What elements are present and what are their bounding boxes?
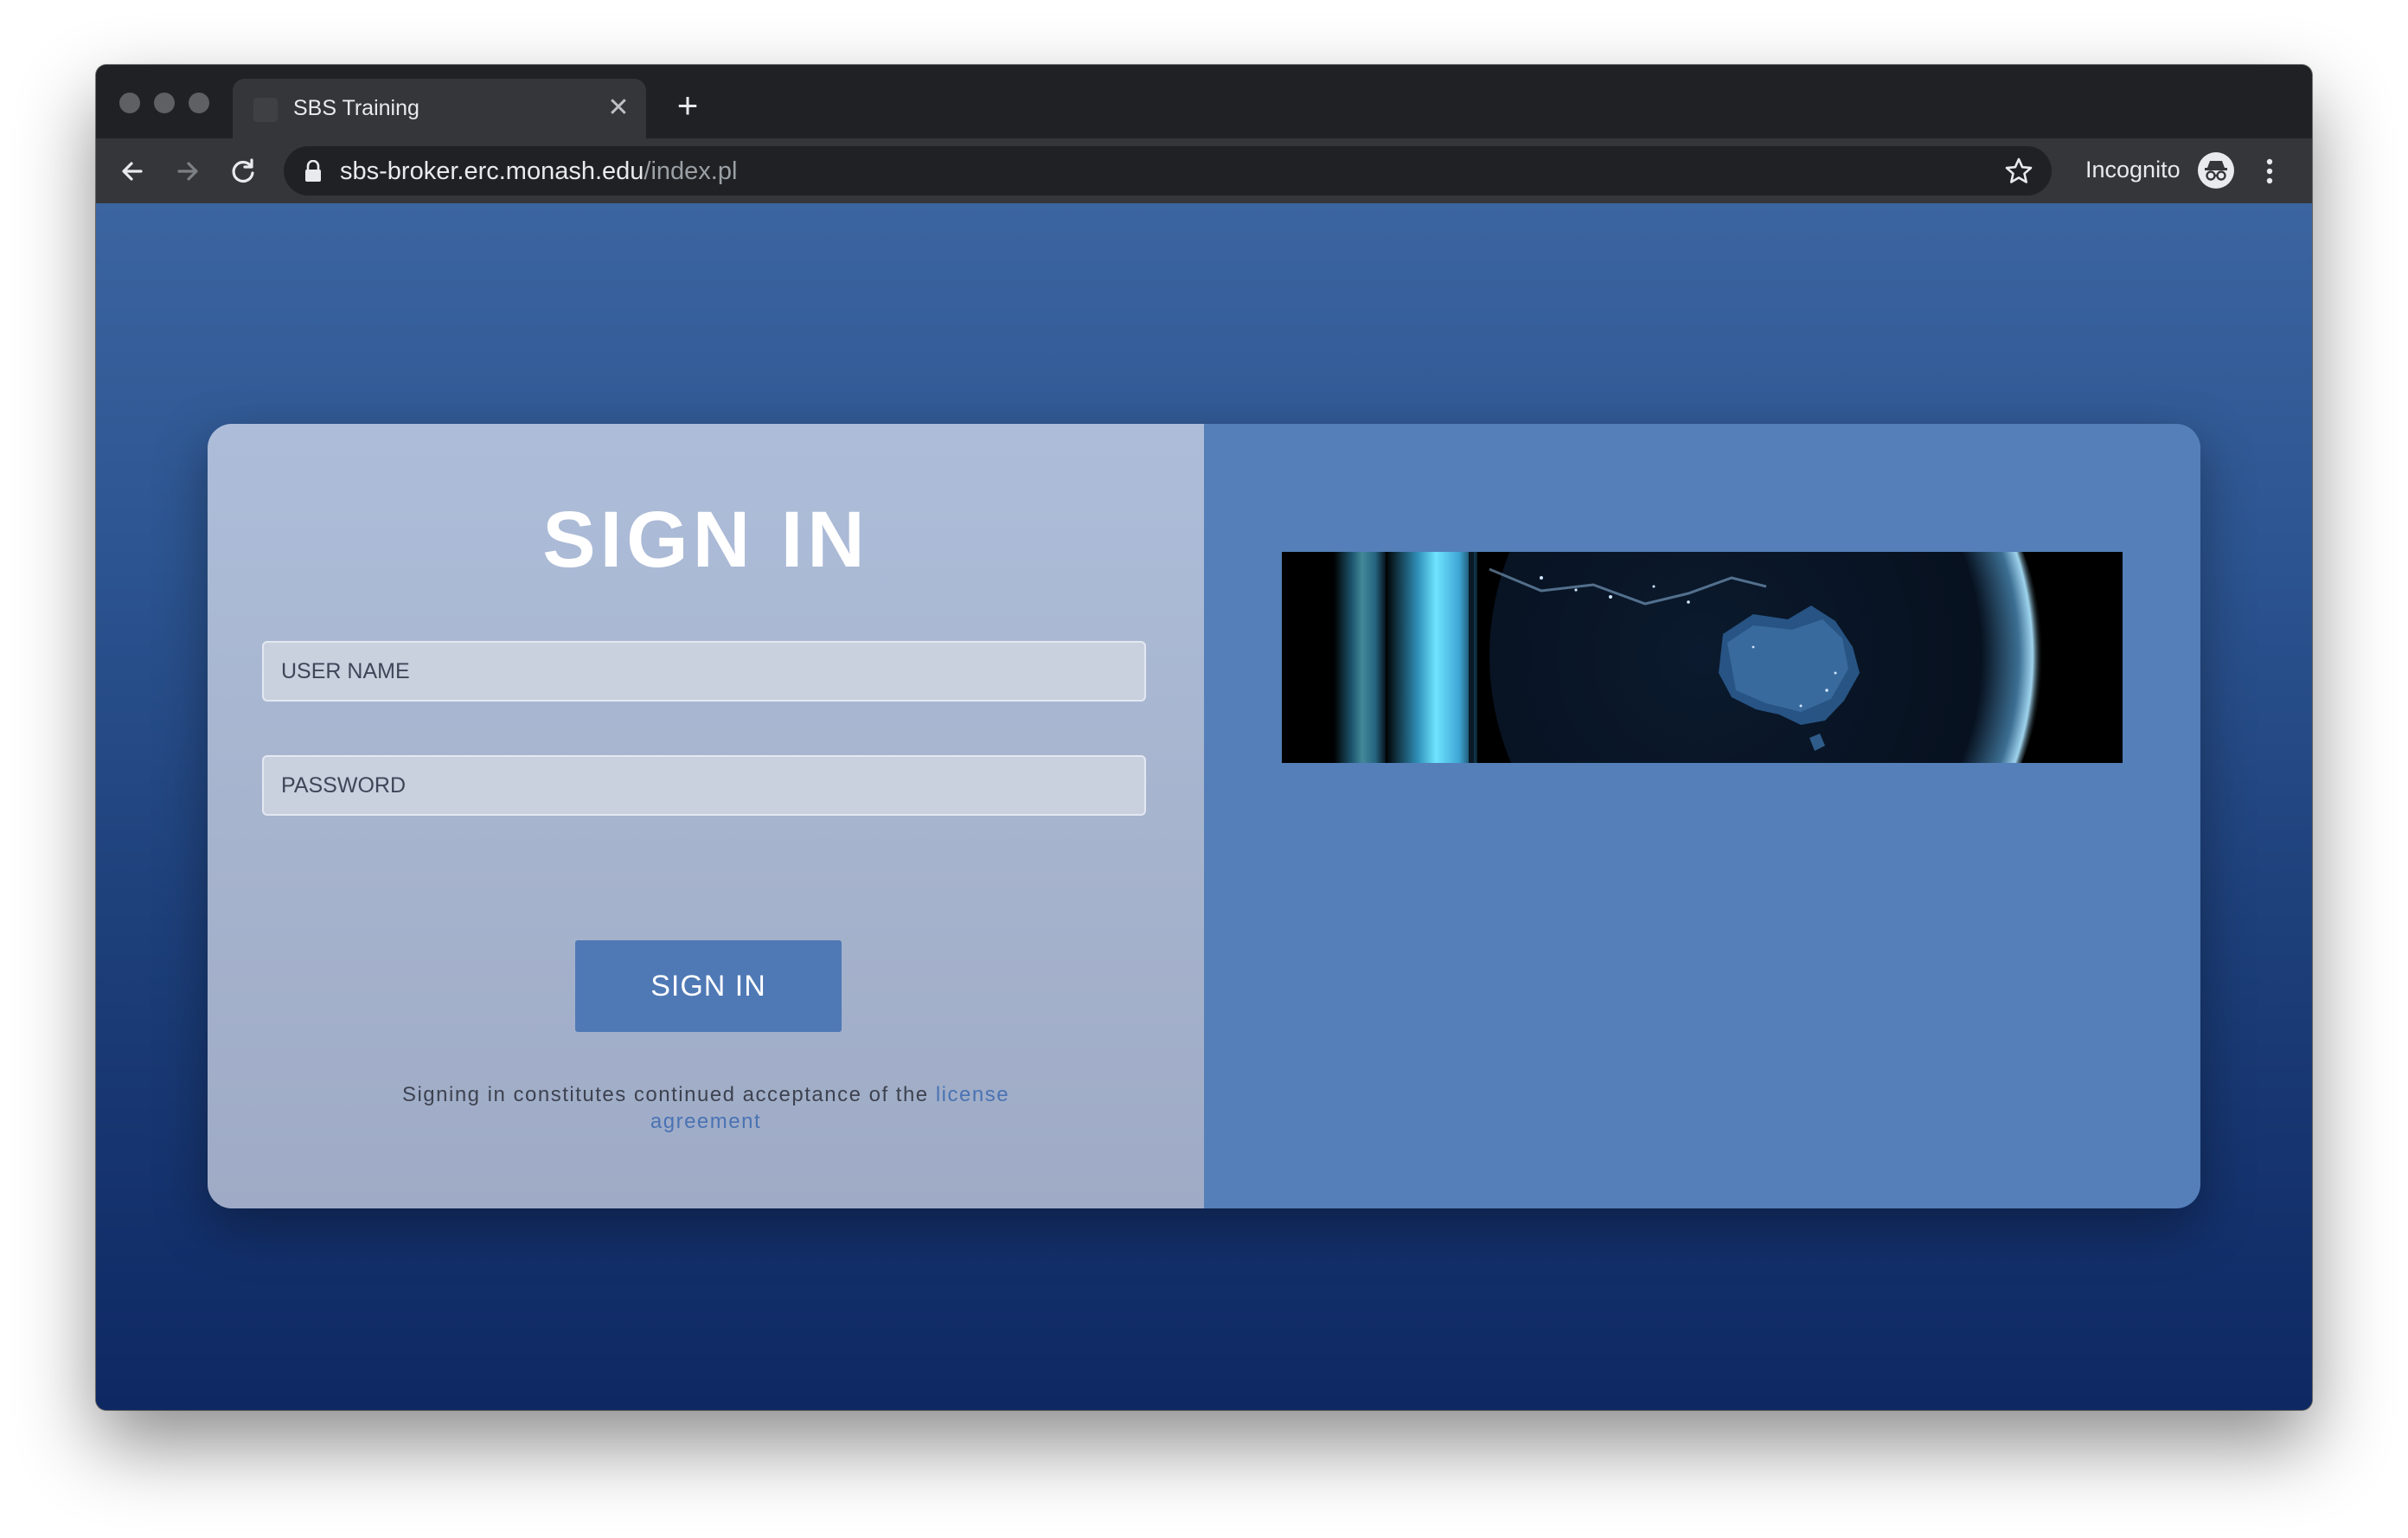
arrow-right-icon[interactable] <box>167 151 208 192</box>
window-maximize-button[interactable] <box>189 93 209 113</box>
sign-in-card: SIGN IN SIGN IN Signing in constitutes c… <box>208 424 2200 1208</box>
url-text[interactable]: sbs-broker.erc.monash.edu/index.pl <box>340 157 737 186</box>
license-text: Signing in constitutes continued accepta… <box>401 1083 936 1106</box>
sign-in-form-panel: SIGN IN SIGN IN Signing in constitutes c… <box>208 424 1204 1208</box>
sign-in-button[interactable]: SIGN IN <box>575 940 842 1032</box>
close-icon[interactable]: ✕ <box>603 93 634 124</box>
incognito-label: Incognito <box>2085 157 2181 183</box>
tab-strip: SBS Training ✕ + <box>96 65 2312 138</box>
password-input[interactable] <box>262 755 1146 816</box>
license-notice: Signing in constitutes continued accepta… <box>363 1081 1048 1135</box>
url-path: /index.pl <box>644 157 738 185</box>
url-host: sbs-broker.erc.monash.edu <box>340 157 644 185</box>
earth-banner-image <box>1282 552 2123 763</box>
banner-panel <box>1204 424 2200 1208</box>
reload-icon[interactable] <box>222 151 264 192</box>
kebab-menu-icon[interactable] <box>2257 152 2283 190</box>
star-icon[interactable] <box>2003 156 2034 187</box>
window-close-button[interactable] <box>119 93 140 113</box>
page-title: SIGN IN <box>542 496 869 584</box>
page-viewport: SIGN IN SIGN IN Signing in constitutes c… <box>96 203 2312 1410</box>
tab-sbs-training[interactable]: SBS Training ✕ <box>233 79 646 138</box>
tab-title: SBS Training <box>293 96 419 120</box>
arrow-left-icon[interactable] <box>112 151 153 192</box>
browser-window: SBS Training ✕ + sbs-broker.erc.monash.e… <box>96 65 2312 1410</box>
window-minimize-button[interactable] <box>154 93 175 113</box>
favicon-icon <box>253 98 278 122</box>
username-input[interactable] <box>262 641 1146 702</box>
incognito-icon[interactable] <box>2198 152 2234 189</box>
plus-icon[interactable]: + <box>667 86 708 127</box>
address-bar[interactable]: sbs-broker.erc.monash.edu/index.pl <box>284 146 2052 195</box>
browser-toolbar: sbs-broker.erc.monash.edu/index.pl Incog… <box>96 138 2312 203</box>
lock-icon[interactable] <box>303 159 323 183</box>
